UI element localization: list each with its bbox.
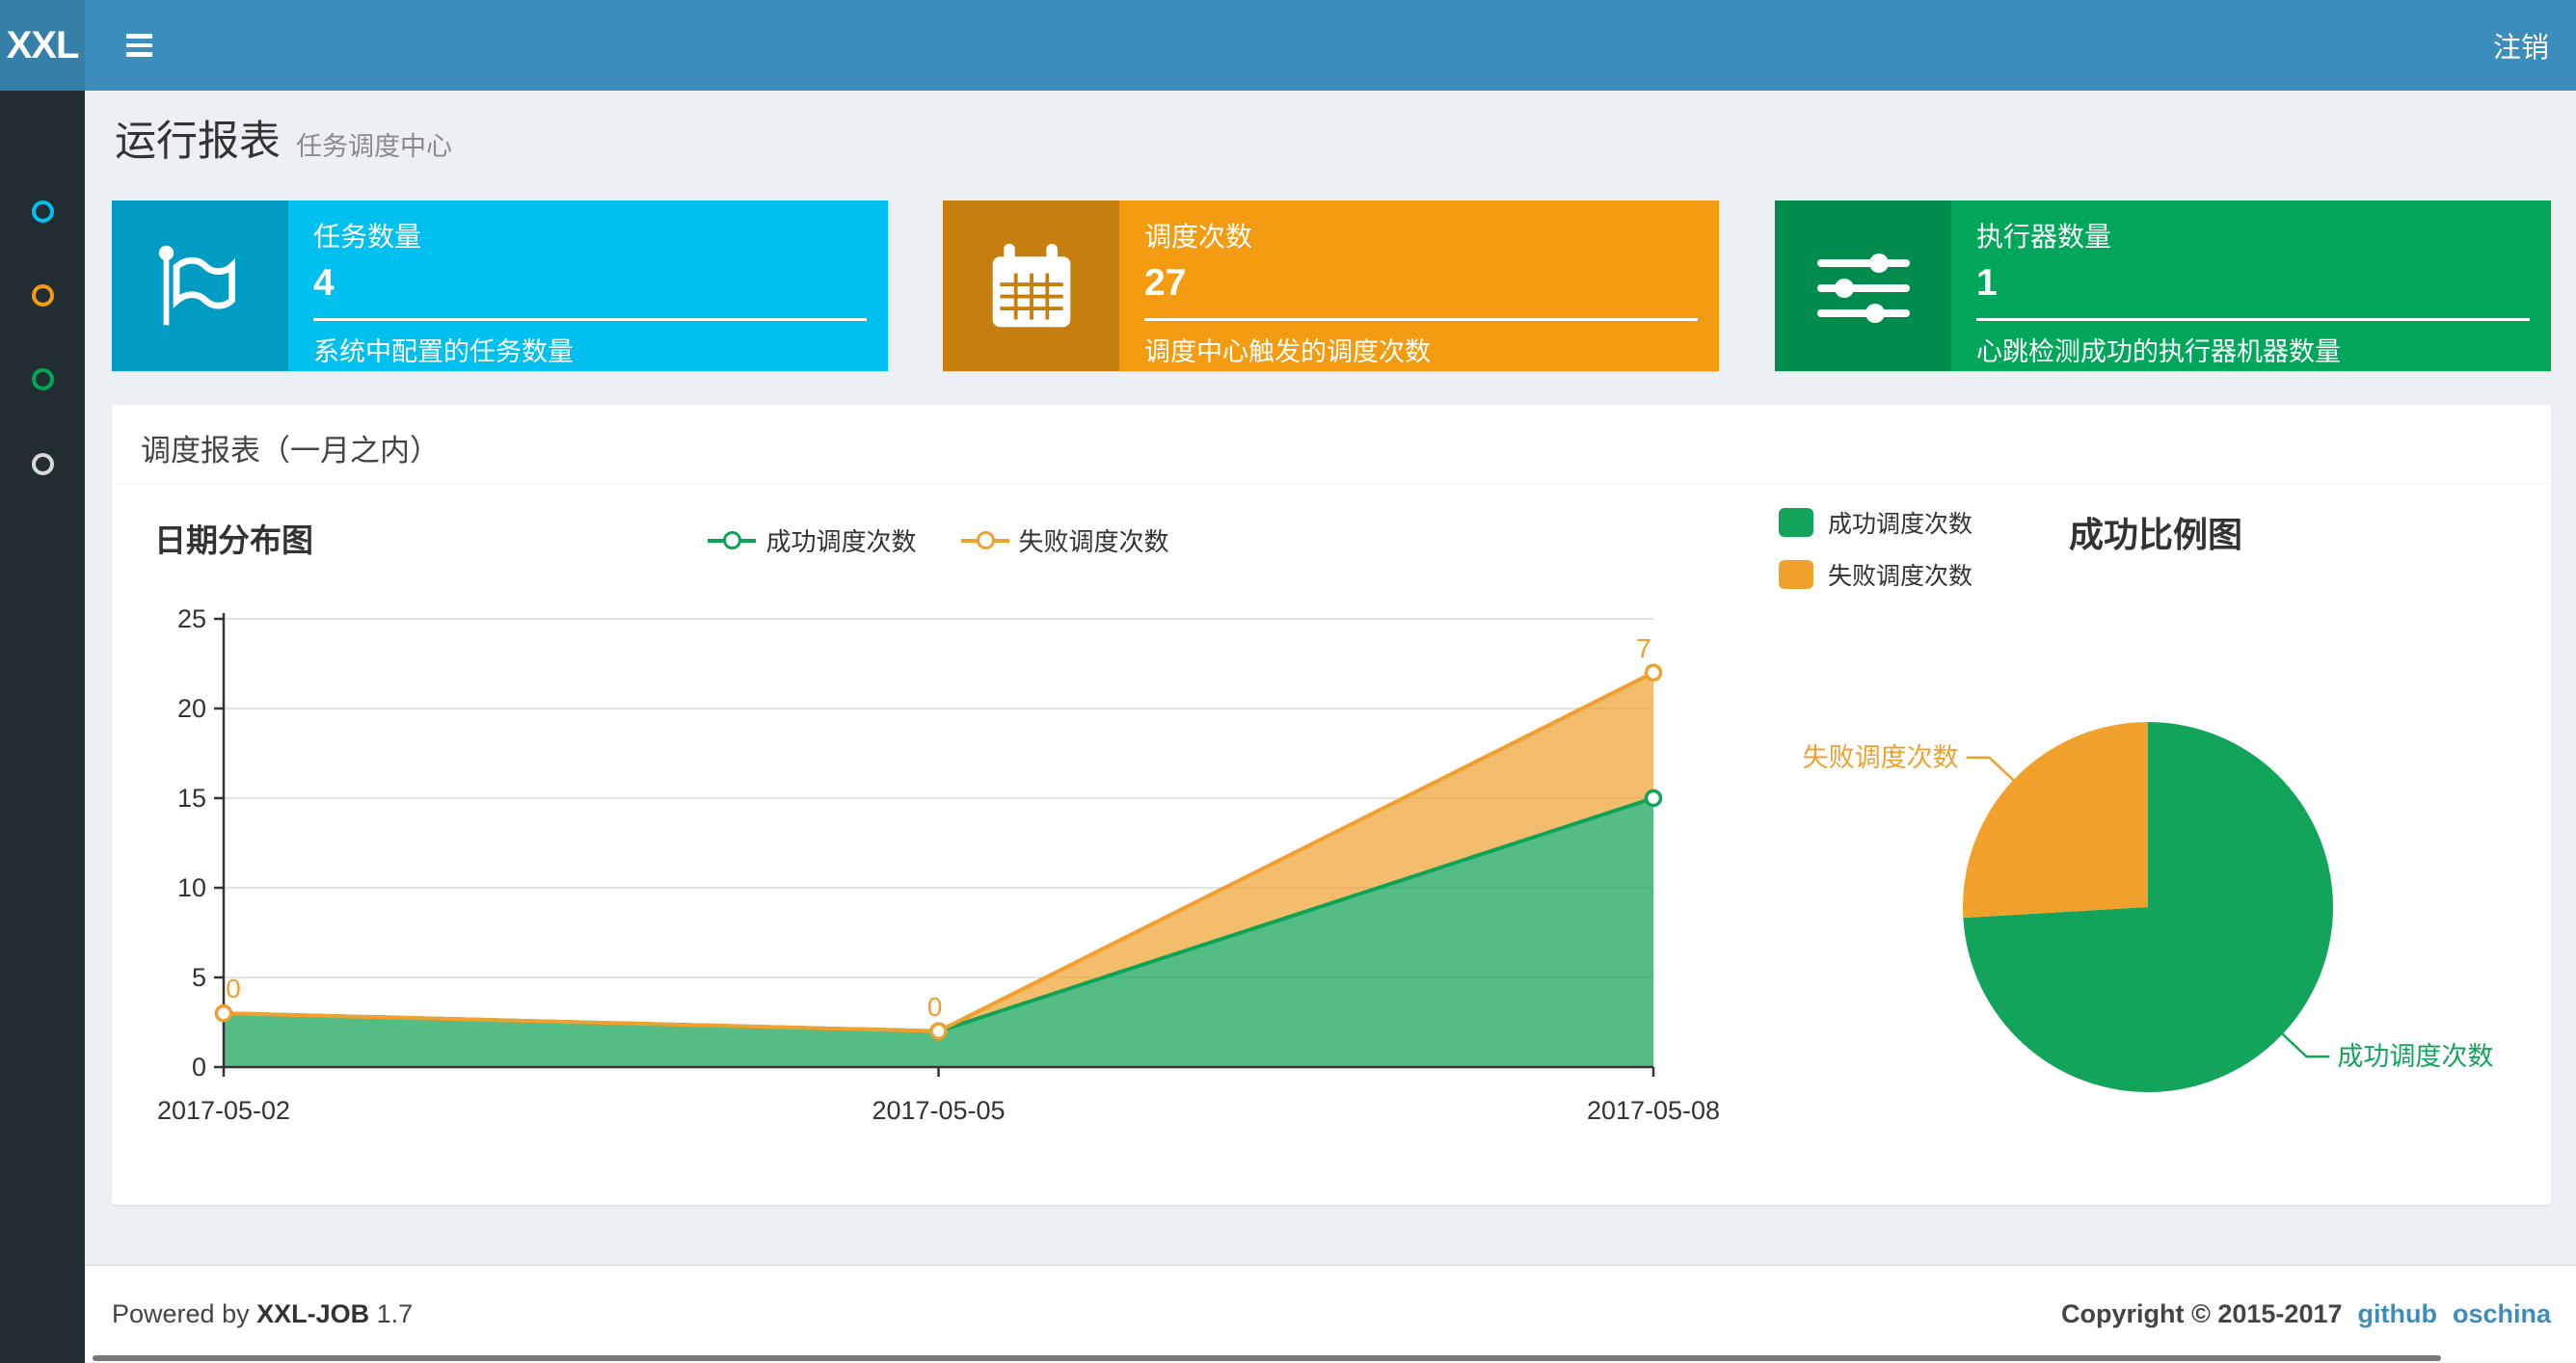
svg-text:20: 20 bbox=[177, 694, 206, 723]
svg-text:2017-05-08: 2017-05-08 bbox=[1587, 1096, 1720, 1125]
circle-icon bbox=[31, 200, 54, 223]
page-subtitle: 任务调度中心 bbox=[296, 132, 452, 161]
hamburger-icon bbox=[125, 34, 152, 39]
sidebar-item-log[interactable] bbox=[0, 337, 85, 421]
calendar-icon bbox=[943, 200, 1119, 371]
circle-icon bbox=[31, 368, 54, 390]
github-link[interactable]: github bbox=[2358, 1299, 2437, 1329]
svg-text:失败调度次数: 失败调度次数 bbox=[1803, 743, 1959, 772]
panel-header bbox=[112, 405, 2551, 484]
legend-label: 成功调度次数 bbox=[765, 527, 917, 556]
pie-chart-title: 成功比例图 bbox=[2069, 515, 2243, 554]
legend-line-marker-icon bbox=[708, 528, 757, 553]
sidebar bbox=[0, 91, 85, 1363]
legend-label: 失败调度次数 bbox=[1828, 563, 1973, 590]
legend-item[interactable]: 成功调度次数 bbox=[708, 522, 917, 558]
info-box-job-count: 任务数量 4 系统中配置的任务数量 bbox=[112, 200, 888, 371]
svg-text:2017-05-05: 2017-05-05 bbox=[872, 1096, 1005, 1125]
legend-swatch-icon bbox=[1779, 560, 1813, 589]
footer-powered-by: Powered by XXL-JOB 1.7 bbox=[112, 1298, 414, 1328]
sliders-icon bbox=[1775, 200, 1951, 371]
legend-swatch-icon bbox=[1779, 508, 1813, 537]
legend-label: 成功调度次数 bbox=[1828, 511, 1973, 538]
svg-text:0: 0 bbox=[226, 974, 241, 1003]
sidebar-item-dashboard[interactable] bbox=[0, 170, 85, 254]
divider bbox=[313, 318, 867, 321]
info-box-trigger-count: 调度次数 27 调度中心触发的调度次数 bbox=[943, 200, 1719, 371]
info-box-label: 任务数量 bbox=[313, 222, 422, 252]
svg-text:0: 0 bbox=[192, 1053, 206, 1082]
date-distribution-chart: 05101520252017-05-02 2017-05-05 2017-05-08… bbox=[157, 604, 1720, 1125]
svg-text:成功调度次数: 成功调度次数 bbox=[2337, 1042, 2493, 1071]
flag-icon bbox=[112, 200, 288, 371]
circle-icon bbox=[31, 284, 54, 307]
page-title: 运行报表 bbox=[115, 119, 281, 165]
info-box-description: 调度中心触发的调度次数 bbox=[1144, 337, 1431, 366]
success-ratio-pie-chart: 成功调度次数 失败调度次数 bbox=[1803, 722, 2493, 1092]
svg-text:25: 25 bbox=[177, 604, 206, 633]
svg-text:5: 5 bbox=[192, 963, 206, 992]
sidebar-toggle-button[interactable] bbox=[108, 0, 170, 91]
legend-line-marker-icon bbox=[960, 528, 1009, 553]
oschina-link[interactable]: oschina bbox=[2453, 1299, 2551, 1329]
info-box-description: 心跳检测成功的执行器机器数量 bbox=[1976, 337, 2341, 366]
info-box-label: 执行器数量 bbox=[1976, 222, 2112, 252]
circle-icon bbox=[31, 453, 54, 475]
divider bbox=[1976, 318, 2530, 321]
legend-label: 失败调度次数 bbox=[1018, 527, 1169, 556]
page-header: 运行报表 任务调度中心 bbox=[115, 108, 452, 168]
pie-chart-legend: 成功调度次数 失败调度次数 bbox=[1779, 505, 1972, 609]
copyright-text: Copyright © 2015-2017 bbox=[2060, 1298, 2343, 1328]
svg-text:7: 7 bbox=[1636, 633, 1651, 663]
svg-text:0: 0 bbox=[927, 992, 943, 1022]
info-box-description: 系统中配置的任务数量 bbox=[313, 337, 574, 366]
svg-text:2017-05-02: 2017-05-02 bbox=[157, 1096, 290, 1125]
legend-item[interactable]: 失败调度次数 bbox=[960, 522, 1169, 558]
svg-text:10: 10 bbox=[177, 873, 206, 902]
info-box-value: 27 bbox=[1144, 262, 1187, 304]
sidebar-item-jobs[interactable] bbox=[0, 254, 85, 337]
svg-text:15: 15 bbox=[177, 784, 206, 813]
horizontal-scrollbar[interactable] bbox=[93, 1355, 2441, 1361]
sidebar-item-help[interactable] bbox=[0, 422, 85, 506]
info-box-value: 1 bbox=[1976, 262, 1998, 304]
footer: Powered by XXL-JOB 1.7 Copyright © 2015-… bbox=[85, 1265, 2576, 1362]
panel-title: 调度报表（一月之内） bbox=[141, 434, 440, 468]
top-navbar: XXL 注销 bbox=[0, 0, 2576, 91]
legend-item[interactable]: 失败调度次数 bbox=[1779, 557, 1972, 592]
logout-link[interactable]: 注销 bbox=[2466, 0, 2576, 91]
brand-name: XXL-JOB bbox=[256, 1298, 370, 1328]
divider bbox=[1144, 318, 1698, 321]
line-chart-legend: 成功调度次数 失败调度次数 bbox=[224, 522, 1653, 558]
info-box-value: 4 bbox=[313, 262, 335, 304]
info-box-label: 调度次数 bbox=[1144, 222, 1253, 252]
legend-item[interactable]: 成功调度次数 bbox=[1779, 505, 1972, 540]
app-logo-text: XXL bbox=[6, 23, 80, 67]
app-logo[interactable]: XXL bbox=[0, 0, 85, 91]
info-box-executor-count: 执行器数量 1 心跳检测成功的执行器机器数量 bbox=[1775, 200, 2551, 371]
